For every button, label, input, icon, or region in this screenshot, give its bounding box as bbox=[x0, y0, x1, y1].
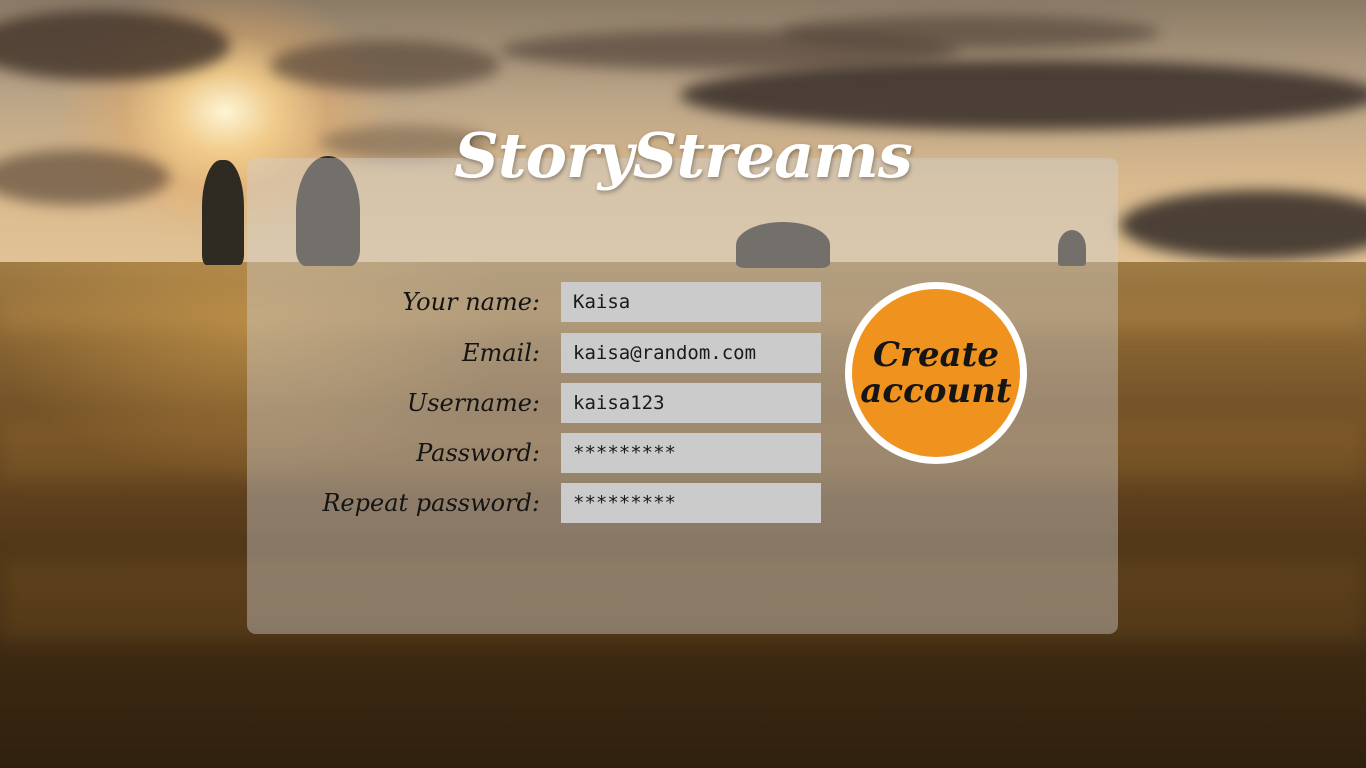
email-label: Email: bbox=[461, 339, 540, 367]
username-label: Username: bbox=[406, 389, 540, 417]
password-label: Password: bbox=[416, 439, 540, 467]
app-logo: StoryStreams bbox=[454, 119, 913, 192]
cloud bbox=[780, 15, 1160, 50]
repeat-password-label: Repeat password: bbox=[322, 489, 540, 517]
create-account-label: Create account bbox=[860, 335, 1012, 411]
cloud bbox=[270, 40, 500, 90]
name-input[interactable] bbox=[561, 282, 821, 322]
password-input[interactable] bbox=[561, 433, 821, 473]
name-label: Your name: bbox=[402, 288, 540, 316]
repeat-password-input[interactable] bbox=[561, 483, 821, 523]
email-input[interactable] bbox=[561, 333, 821, 373]
create-account-button[interactable]: Create account bbox=[845, 282, 1027, 464]
username-input[interactable] bbox=[561, 383, 821, 423]
tree bbox=[202, 160, 244, 265]
